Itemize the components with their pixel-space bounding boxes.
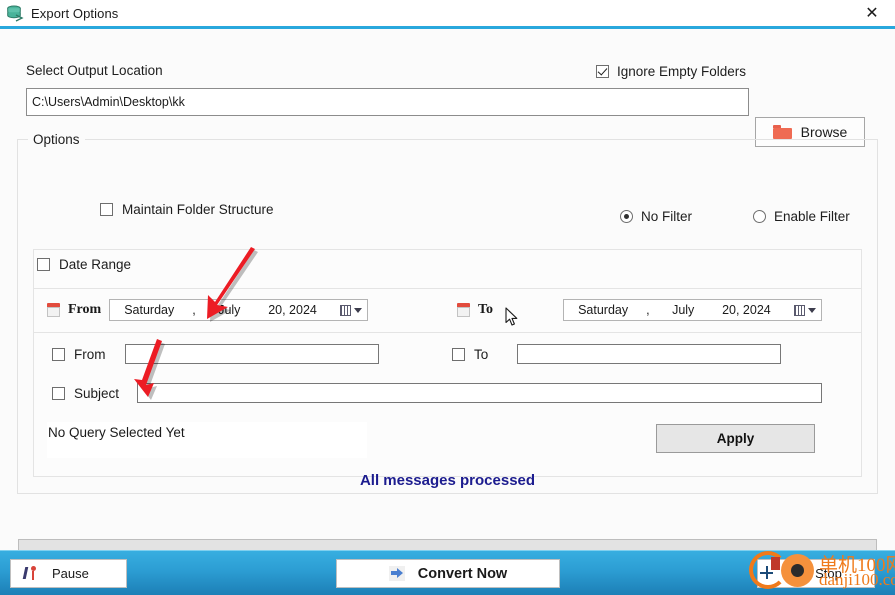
calendar-dropdown-icon bbox=[340, 304, 352, 316]
window-title-bar: Export Options ✕ bbox=[0, 0, 895, 26]
enable-filter-radio-button[interactable] bbox=[753, 210, 766, 223]
to-date-month: July bbox=[672, 303, 695, 317]
apply-button[interactable]: Apply bbox=[656, 424, 815, 453]
no-filter-radio[interactable]: No Filter bbox=[620, 209, 692, 224]
from-text-label: From bbox=[74, 346, 106, 362]
date-fields-panel: From Saturday , July 20, 2024 To Saturda… bbox=[33, 288, 862, 333]
enable-filter-label: Enable Filter bbox=[774, 209, 850, 224]
pause-button-label: Pause bbox=[52, 566, 89, 581]
to-date-picker[interactable]: Saturday , July 20, 2024 bbox=[563, 299, 823, 321]
ignore-empty-folders-checkbox[interactable]: Ignore Empty Folders bbox=[596, 64, 746, 79]
options-group-legend: Options bbox=[28, 132, 85, 147]
window-title: Export Options bbox=[31, 5, 119, 21]
from-date-group: From Saturday , July 20, 2024 bbox=[47, 299, 369, 321]
calendar-icon bbox=[457, 303, 470, 317]
from-date-weekday: Saturday bbox=[124, 303, 175, 317]
from-text-input[interactable] bbox=[124, 344, 379, 364]
maintain-folder-structure-checkbox[interactable]: Maintain Folder Structure bbox=[100, 202, 274, 217]
convert-arrow-icon bbox=[388, 566, 405, 581]
to-text-label: To bbox=[474, 346, 489, 362]
subject-filter-row: Subject bbox=[52, 383, 823, 403]
calendar-dropdown-icon bbox=[794, 304, 806, 316]
to-date-label: To bbox=[478, 302, 494, 317]
from-text-filter-row: From bbox=[52, 344, 379, 364]
close-icon[interactable]: ✕ bbox=[849, 0, 895, 26]
to-date-group: To Saturday , July 20, 2024 bbox=[457, 299, 823, 321]
folder-icon bbox=[772, 125, 792, 139]
from-date-label: From bbox=[68, 302, 102, 317]
from-text-checkbox[interactable] bbox=[52, 347, 65, 361]
browse-button-label: Browse bbox=[800, 124, 848, 140]
select-output-location-label: Select Output Location bbox=[26, 63, 163, 78]
date-range-label: Date Range bbox=[59, 257, 132, 272]
to-date-dropdown-button[interactable] bbox=[794, 304, 817, 316]
from-date-dropdown-button[interactable] bbox=[340, 304, 363, 316]
from-date-separator: , bbox=[192, 303, 196, 317]
subject-checkbox[interactable] bbox=[52, 386, 65, 400]
to-text-checkbox[interactable] bbox=[452, 347, 465, 361]
pause-button[interactable]: Pause bbox=[10, 559, 127, 588]
convert-now-button[interactable]: Convert Now bbox=[336, 559, 560, 588]
subject-input[interactable] bbox=[137, 383, 823, 403]
date-range-checkbox[interactable]: Date Range bbox=[37, 257, 131, 272]
query-status-text: No Query Selected Yet bbox=[47, 422, 367, 458]
chevron-down-icon bbox=[354, 307, 363, 313]
maintain-folder-structure-box[interactable] bbox=[100, 203, 113, 216]
to-text-filter-row: To bbox=[452, 344, 782, 364]
ignore-empty-folders-label: Ignore Empty Folders bbox=[617, 64, 747, 79]
database-stack-icon bbox=[6, 4, 24, 22]
subject-label: Subject bbox=[74, 385, 120, 401]
calendar-icon bbox=[47, 303, 60, 317]
convert-now-label: Convert Now bbox=[417, 565, 508, 582]
from-date-month: July bbox=[218, 303, 241, 317]
dialog-body: Select Output Location Browse Ignore Emp… bbox=[0, 29, 895, 555]
chevron-down-icon bbox=[808, 307, 817, 313]
from-date-picker[interactable]: Saturday , July 20, 2024 bbox=[109, 299, 369, 321]
enable-filter-radio[interactable]: Enable Filter bbox=[753, 209, 850, 224]
to-date-day-year: 20, 2024 bbox=[722, 303, 771, 317]
to-date-weekday: Saturday bbox=[578, 303, 629, 317]
no-filter-radio-button[interactable] bbox=[620, 210, 633, 223]
date-range-box[interactable] bbox=[37, 258, 50, 271]
stop-button[interactable]: Stop bbox=[757, 559, 875, 588]
to-text-input[interactable] bbox=[517, 344, 782, 364]
to-date-separator: , bbox=[646, 303, 650, 317]
stop-icon bbox=[790, 566, 805, 581]
output-path-input[interactable] bbox=[26, 88, 749, 116]
pause-icon bbox=[22, 566, 38, 581]
no-filter-label: No Filter bbox=[641, 209, 693, 224]
maintain-folder-structure-label: Maintain Folder Structure bbox=[122, 202, 274, 217]
stop-button-label: Stop bbox=[815, 566, 842, 581]
ignore-empty-folders-box[interactable] bbox=[596, 65, 609, 78]
status-message: All messages processed bbox=[359, 472, 536, 489]
footer-bar: Pause Convert Now Stop bbox=[0, 550, 895, 595]
from-date-day-year: 20, 2024 bbox=[268, 303, 317, 317]
